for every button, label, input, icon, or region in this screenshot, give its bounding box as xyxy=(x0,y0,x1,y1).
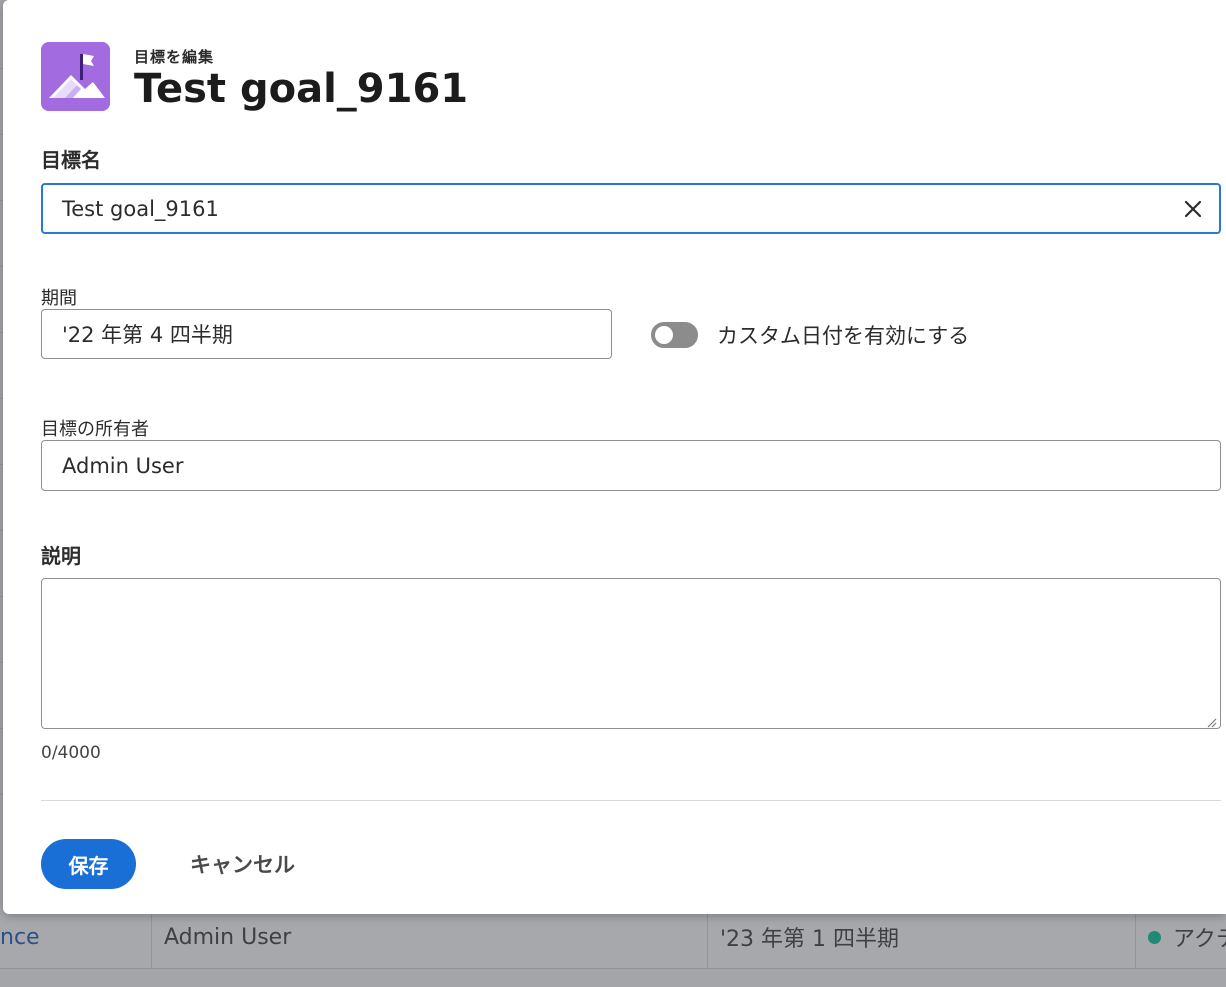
goal-name-input[interactable]: Test goal_9161 xyxy=(41,183,1221,234)
goal-name-value: Test goal_9161 xyxy=(62,196,219,221)
edit-goal-dialog: 目標を編集 Test goal_9161 目標名 Test goal_9161 … xyxy=(3,0,1226,914)
footer-divider xyxy=(41,800,1221,801)
background-row-period: '23 年第 1 四半期 xyxy=(708,905,1136,969)
owner-label: 目標の所有者 xyxy=(41,419,149,440)
clear-icon[interactable] xyxy=(1181,197,1205,221)
cancel-button[interactable]: キャンセル xyxy=(175,839,310,889)
dialog-header: 目標を編集 Test goal_9161 xyxy=(41,42,468,111)
owner-field[interactable]: Admin User xyxy=(41,440,1221,491)
toggle-knob xyxy=(655,326,673,344)
period-value: '22 年第 4 四半期 xyxy=(62,323,233,347)
resize-grip-icon[interactable] xyxy=(1205,713,1217,728)
status-dot-icon xyxy=(1148,930,1161,944)
background-row-status: アクテ xyxy=(1136,905,1226,969)
custom-dates-toggle[interactable] xyxy=(651,322,698,348)
background-row-name: nce xyxy=(0,905,152,969)
description-label: 説明 xyxy=(41,544,81,568)
description-char-counter: 0/4000 xyxy=(41,743,101,763)
period-label: 期間 xyxy=(41,288,77,309)
dialog-title: Test goal_9161 xyxy=(134,66,469,112)
goal-flag-mountain-icon xyxy=(41,42,110,111)
background-row-status-label: アクテ xyxy=(1173,927,1226,952)
period-field[interactable]: '22 年第 4 四半期 xyxy=(41,309,612,359)
owner-value: Admin User xyxy=(62,453,184,478)
goal-name-label: 目標名 xyxy=(41,148,101,172)
background-row-owner: Admin User xyxy=(152,905,708,969)
dialog-header-text: 目標を編集 Test goal_9161 xyxy=(134,46,468,111)
custom-dates-toggle-group: カスタム日付を有効にする xyxy=(651,320,969,350)
background-table-row: nce Admin User '23 年第 1 四半期 アクテ xyxy=(0,905,1226,969)
save-button[interactable]: 保存 xyxy=(41,839,136,889)
dialog-eyebrow: 目標を編集 xyxy=(134,48,215,66)
custom-dates-label: カスタム日付を有効にする xyxy=(717,324,970,348)
description-textarea[interactable] xyxy=(41,578,1221,729)
